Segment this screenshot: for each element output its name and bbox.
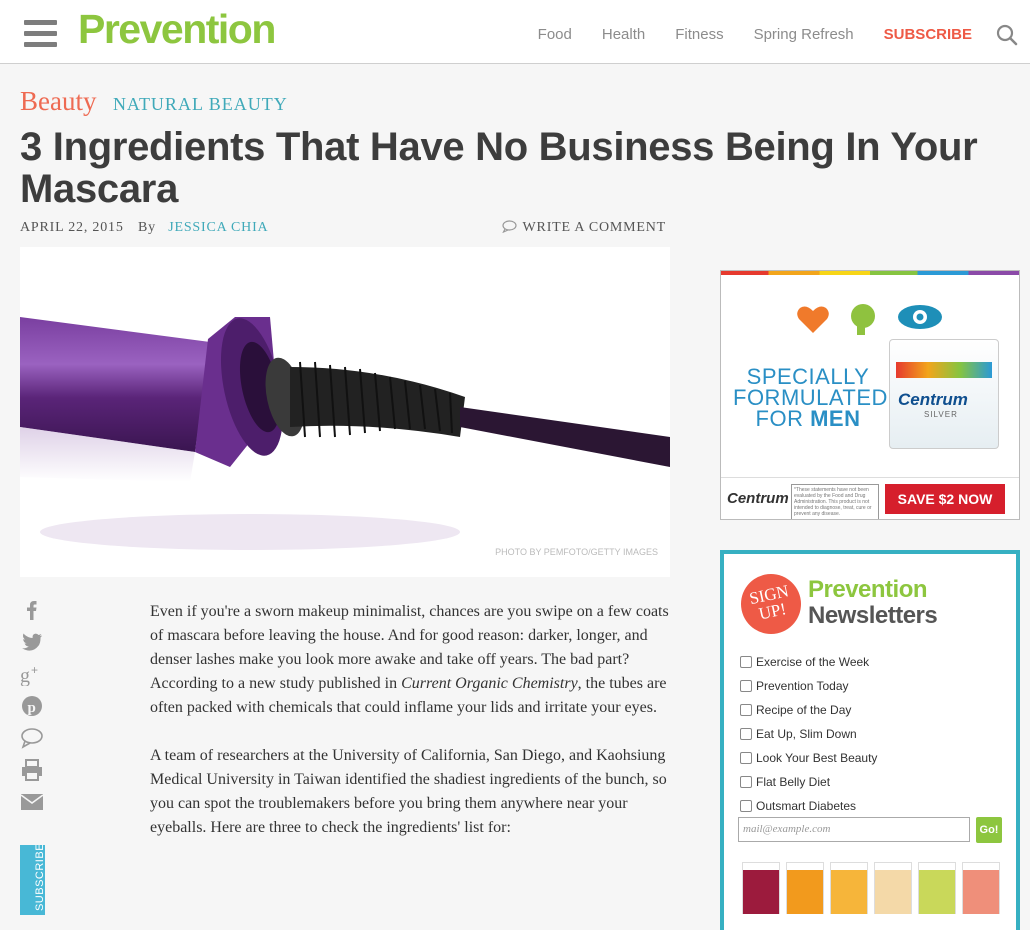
- svg-text:g: g: [20, 665, 30, 686]
- ad-product-box: Centrum SILVER: [889, 339, 999, 449]
- subscribe-side-tab[interactable]: SUBSCRIBE: [20, 845, 45, 915]
- article-body: Even if you're a sworn makeup minimalist…: [150, 600, 670, 864]
- checkbox[interactable]: [740, 752, 752, 764]
- article-title: 3 Ingredients That Have No Business Bein…: [20, 125, 978, 211]
- facebook-icon[interactable]: [20, 598, 44, 622]
- site-header: Prevention Food Health Fitness Spring Re…: [0, 0, 1030, 64]
- comment-bubble-icon: [501, 220, 517, 234]
- site-logo[interactable]: Prevention: [78, 6, 276, 53]
- email-input[interactable]: mail@example.com: [738, 817, 970, 842]
- newsletter-list: Exercise of the Week Prevention Today Re…: [740, 650, 877, 818]
- nav-food[interactable]: Food: [538, 26, 572, 43]
- comment-icon[interactable]: [20, 726, 44, 750]
- menu-icon[interactable]: [24, 20, 57, 47]
- checkbox[interactable]: [740, 728, 752, 740]
- author-link[interactable]: JESSICA CHIA: [168, 220, 268, 235]
- newsletter-option[interactable]: Flat Belly Diet: [740, 770, 877, 794]
- checkbox[interactable]: [740, 704, 752, 716]
- paragraph-1: Even if you're a sworn makeup minimalist…: [150, 603, 669, 716]
- sign-up-badge: SIGN UP!: [735, 568, 807, 640]
- subscribe-link[interactable]: SUBSCRIBE: [884, 26, 972, 43]
- email-icon[interactable]: [20, 790, 44, 814]
- print-icon[interactable]: [20, 758, 44, 782]
- category-link[interactable]: Beauty: [20, 86, 96, 116]
- checkbox[interactable]: [740, 656, 752, 668]
- go-button[interactable]: Go!: [976, 817, 1002, 843]
- newsletter-option[interactable]: Eat Up, Slim Down: [740, 722, 877, 746]
- checkbox[interactable]: [740, 680, 752, 692]
- newsletter-title: Newsletters: [808, 602, 938, 629]
- paragraph-2: A team of researchers at the University …: [150, 747, 667, 836]
- nav-fitness[interactable]: Fitness: [675, 26, 723, 43]
- article-date: APRIL 22, 2015: [20, 220, 124, 235]
- main-nav: Food Health Fitness Spring Refresh SUBSC…: [538, 26, 972, 43]
- ad-footer: Centrum *These statements have not been …: [721, 477, 1019, 519]
- ad-rainbow-bar: [721, 271, 1019, 275]
- search-icon[interactable]: [996, 24, 1018, 46]
- centrum-ad[interactable]: SPECIALLY FORMULATED FOR MEN Centrum SIL…: [720, 270, 1020, 520]
- share-bar: g + p: [20, 598, 44, 822]
- newsletter-option[interactable]: Outsmart Diabetes: [740, 794, 877, 818]
- svg-text:p: p: [28, 700, 36, 716]
- byline: APRIL 22, 2015 By JESSICA CHIA WRITE A C…: [20, 220, 666, 236]
- newsletter-option[interactable]: Exercise of the Week: [740, 650, 877, 674]
- newsletter-signup: SIGN UP! Prevention Newsletters Exercise…: [720, 550, 1020, 930]
- mascara-photo: PHOTO BY PEMFOTO/GETTY IMAGES: [20, 247, 670, 577]
- subcategory-link[interactable]: NATURAL BEAUTY: [113, 94, 288, 114]
- centrum-logo: Centrum: [727, 490, 789, 507]
- checkbox[interactable]: [740, 776, 752, 788]
- google-plus-icon[interactable]: g +: [20, 662, 44, 686]
- checkbox[interactable]: [740, 800, 752, 812]
- heart-icon: [797, 306, 829, 333]
- write-comment-link[interactable]: WRITE A COMMENT: [501, 220, 666, 236]
- nav-health[interactable]: Health: [602, 26, 645, 43]
- newsletter-option[interactable]: Prevention Today: [740, 674, 877, 698]
- ad-headline: SPECIALLY FORMULATED FOR MEN: [733, 364, 888, 431]
- twitter-icon[interactable]: [20, 630, 44, 654]
- svg-text:+: +: [31, 663, 38, 677]
- ad-icons: [797, 304, 942, 335]
- category-breadcrumb: Beauty NATURAL BEAUTY: [20, 86, 288, 117]
- nav-spring-refresh[interactable]: Spring Refresh: [754, 26, 854, 43]
- subscribe-tab-label: SUBSCRIBE: [34, 845, 45, 912]
- by-label: By: [137, 220, 156, 235]
- photo-credit: PHOTO BY PEMFOTO/GETTY IMAGES: [495, 547, 658, 557]
- newsletter-option[interactable]: Recipe of the Day: [740, 698, 877, 722]
- ad-disclaimer: *These statements have not been evaluate…: [791, 484, 879, 519]
- smoothie-image: [738, 854, 1002, 914]
- pinterest-icon[interactable]: p: [20, 694, 44, 718]
- save-now-button[interactable]: SAVE $2 NOW: [885, 484, 1005, 514]
- newsletter-brand: Prevention: [808, 576, 928, 603]
- hero-image: PHOTO BY PEMFOTO/GETTY IMAGES: [20, 247, 670, 577]
- write-comment-label: WRITE A COMMENT: [522, 220, 666, 235]
- newsletter-option[interactable]: Look Your Best Beauty: [740, 746, 877, 770]
